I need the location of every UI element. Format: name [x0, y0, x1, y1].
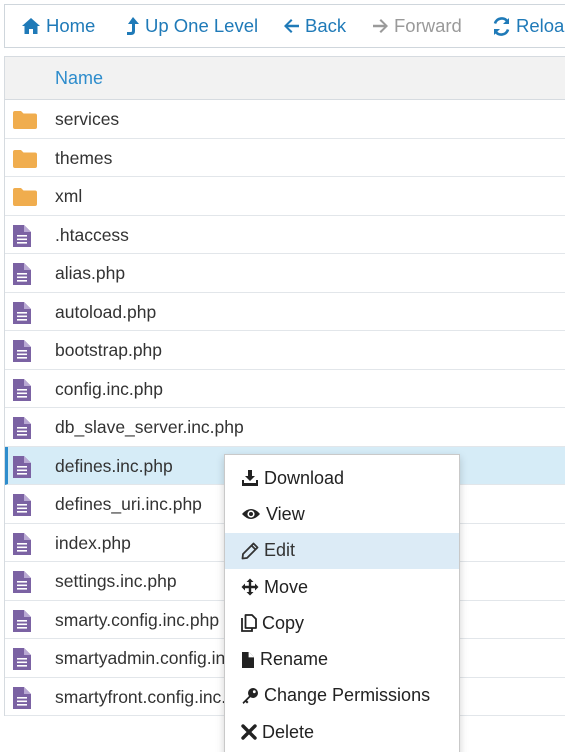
table-row[interactable]: alias.php: [5, 254, 565, 293]
level-up-icon: [127, 17, 139, 35]
file-icon: [12, 262, 32, 291]
file-name[interactable]: index.php: [55, 533, 131, 554]
file-icon: [12, 378, 32, 407]
file-name[interactable]: settings.inc.php: [55, 571, 177, 592]
refresh-icon: [493, 16, 510, 36]
menu-item-change-permissions[interactable]: Change Permissions: [225, 678, 459, 714]
file-name[interactable]: xml: [55, 186, 82, 207]
home-label: Home: [46, 15, 96, 36]
file-icon: [242, 651, 254, 668]
file-name[interactable]: smarty.config.inc.php: [55, 610, 219, 631]
menu-item-delete[interactable]: Delete: [225, 714, 459, 750]
file-icon: [12, 416, 32, 445]
key-icon: [242, 687, 258, 704]
back-label: Back: [305, 15, 347, 36]
arrow-right-icon: [373, 19, 388, 33]
file-name[interactable]: autoload.php: [55, 302, 156, 323]
up-one-level-button[interactable]: Up One Level: [126, 5, 258, 47]
table-row[interactable]: autoload.php: [5, 293, 565, 331]
file-icon: [12, 339, 32, 368]
table-row[interactable]: xml: [5, 177, 565, 216]
home-icon: [22, 18, 40, 34]
eye-icon: [242, 509, 260, 520]
reload-button[interactable]: Reload: [492, 5, 565, 47]
file-name[interactable]: defines.inc.php: [55, 456, 173, 477]
menu-item-rename[interactable]: Rename: [225, 641, 459, 677]
file-icon: [12, 301, 32, 330]
menu-label: Move: [264, 576, 309, 597]
close-icon: [241, 724, 257, 740]
menu-label: Copy: [262, 612, 305, 633]
forward-label: Forward: [394, 15, 462, 36]
reload-label: Reload: [516, 15, 565, 36]
folder-icon: [12, 149, 38, 174]
column-header-name[interactable]: Name: [55, 68, 103, 89]
file-name[interactable]: alias.php: [55, 263, 125, 284]
table-header: Name: [5, 57, 565, 100]
copy-icon: [241, 614, 257, 633]
folder-icon: [12, 110, 38, 135]
menu-label: View: [266, 503, 305, 524]
back-button[interactable]: Back: [283, 5, 346, 47]
menu-item-download[interactable]: Download: [225, 460, 459, 496]
move-arrows-icon: [241, 578, 259, 596]
menu-label: Edit: [264, 540, 296, 561]
folder-icon: [12, 187, 38, 212]
file-icon: [12, 609, 32, 638]
menu-item-move[interactable]: Move: [225, 569, 459, 605]
table-row[interactable]: config.inc.php: [5, 370, 565, 408]
table-row[interactable]: .htaccess: [5, 216, 565, 254]
file-icon: [12, 224, 32, 253]
arrow-left-icon: [284, 19, 299, 33]
menu-label: Change Permissions: [264, 685, 431, 706]
toolbar: Home Up One Level Back Forward Reload: [4, 4, 565, 48]
file-name[interactable]: defines_uri.inc.php: [55, 494, 202, 515]
file-icon: [12, 570, 32, 599]
table-row[interactable]: db_slave_server.inc.php: [5, 408, 565, 447]
up-one-level-label: Up One Level: [145, 15, 259, 36]
table-row[interactable]: bootstrap.php: [5, 331, 565, 370]
forward-button[interactable]: Forward: [372, 5, 462, 47]
file-icon: [12, 532, 32, 561]
file-name[interactable]: bootstrap.php: [55, 340, 162, 361]
file-name[interactable]: config.inc.php: [55, 379, 163, 400]
file-icon: [12, 686, 32, 715]
table-row[interactable]: themes: [5, 139, 565, 177]
file-name[interactable]: .htaccess: [55, 225, 129, 246]
menu-label: Delete: [262, 721, 315, 742]
home-button[interactable]: Home: [21, 5, 95, 47]
file-name[interactable]: themes: [55, 148, 112, 169]
file-name[interactable]: db_slave_server.inc.php: [55, 417, 244, 438]
menu-item-copy[interactable]: Copy: [225, 605, 459, 641]
menu-label: Download: [264, 467, 345, 488]
file-icon: [12, 647, 32, 676]
file-name[interactable]: services: [55, 109, 119, 130]
menu-item-edit[interactable]: Edit: [225, 532, 459, 569]
table-row[interactable]: services: [5, 100, 565, 139]
file-icon: [12, 455, 32, 484]
file-icon: [12, 493, 32, 522]
menu-label: Rename: [260, 649, 329, 670]
menu-item-view[interactable]: View: [225, 496, 459, 532]
pencil-icon: [241, 542, 259, 560]
download-icon: [242, 470, 258, 487]
context-menu: Download View Edit Move Copy Rename Chan…: [224, 454, 460, 752]
